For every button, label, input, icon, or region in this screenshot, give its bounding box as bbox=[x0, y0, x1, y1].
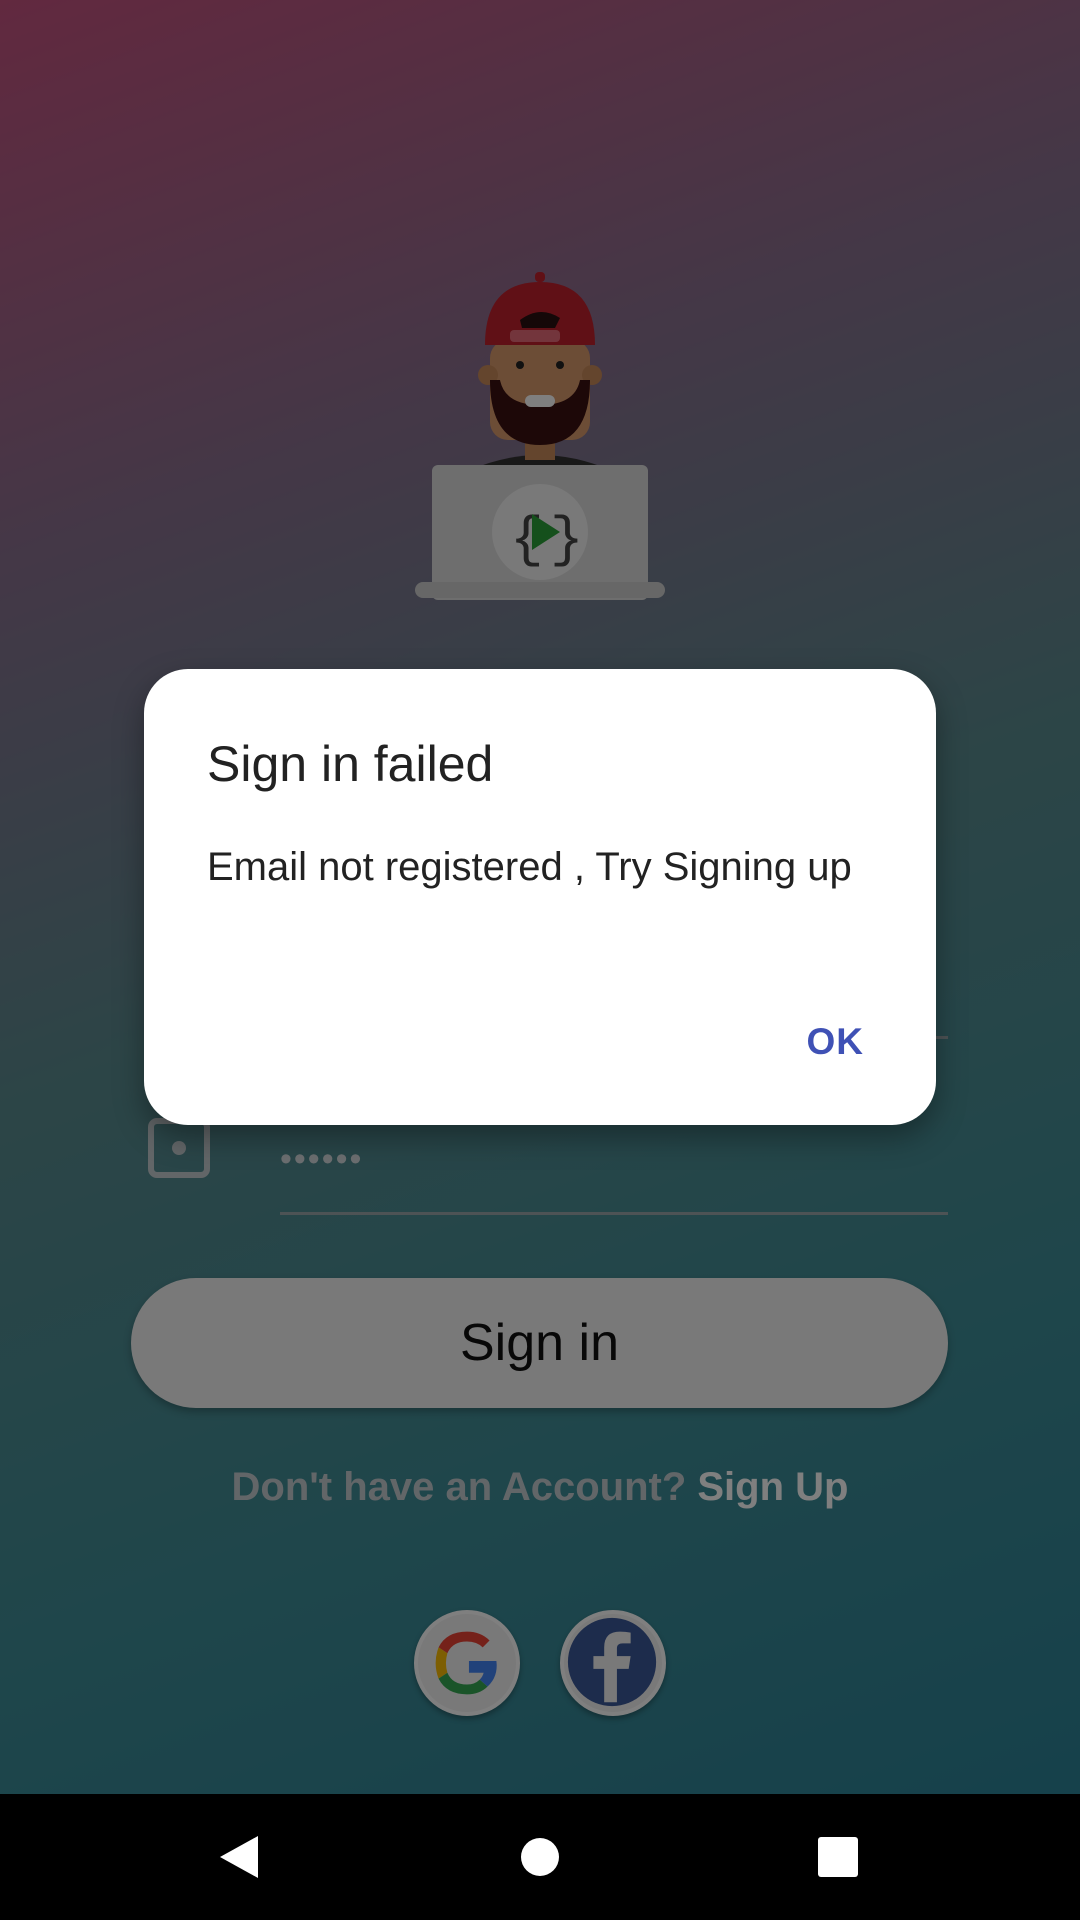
back-button[interactable] bbox=[176, 1794, 302, 1920]
dialog-title: Sign in failed bbox=[207, 736, 494, 792]
recent-apps-icon bbox=[818, 1837, 858, 1877]
back-icon bbox=[220, 1836, 258, 1878]
recent-apps-button[interactable] bbox=[775, 1794, 901, 1920]
home-icon bbox=[521, 1838, 559, 1876]
ok-button[interactable]: OK bbox=[807, 1021, 865, 1063]
sign-in-failed-dialog: Sign in failed Email not registered , Tr… bbox=[144, 669, 936, 1125]
dialog-message: Email not registered , Try Signing up bbox=[207, 845, 852, 889]
home-button[interactable] bbox=[477, 1794, 603, 1920]
navigation-bar bbox=[0, 1794, 1080, 1920]
